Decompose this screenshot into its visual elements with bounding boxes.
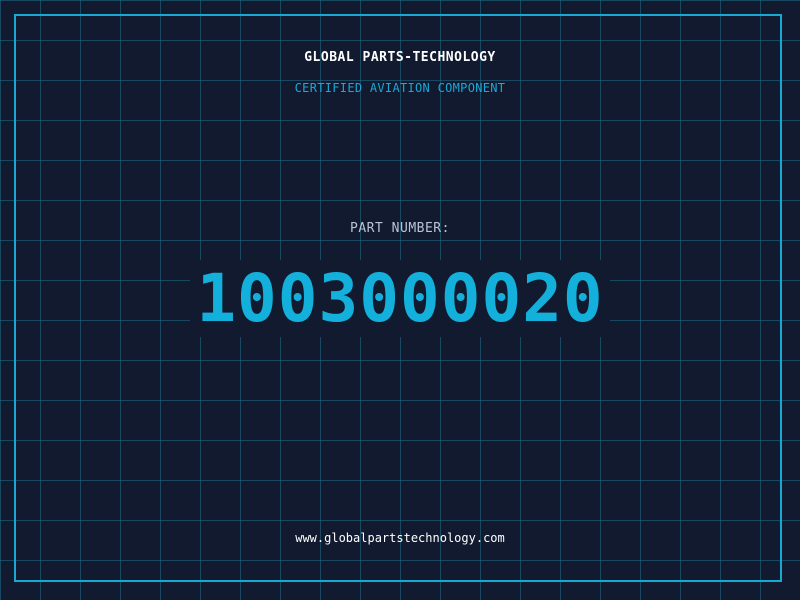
part-number-label: PART NUMBER: [350,221,450,236]
certification-tagline: CERTIFIED AVIATION COMPONENT [294,81,506,95]
website-url: www.globalpartstechnology.com [295,531,505,545]
part-number-value: 1003000020 [190,260,610,337]
part-number-display: 1003000020 [0,260,800,337]
company-name: GLOBAL PARTS-TECHNOLOGY [304,50,496,65]
label-canvas: GLOBAL PARTS-TECHNOLOGY CERTIFIED AVIATI… [0,0,800,600]
